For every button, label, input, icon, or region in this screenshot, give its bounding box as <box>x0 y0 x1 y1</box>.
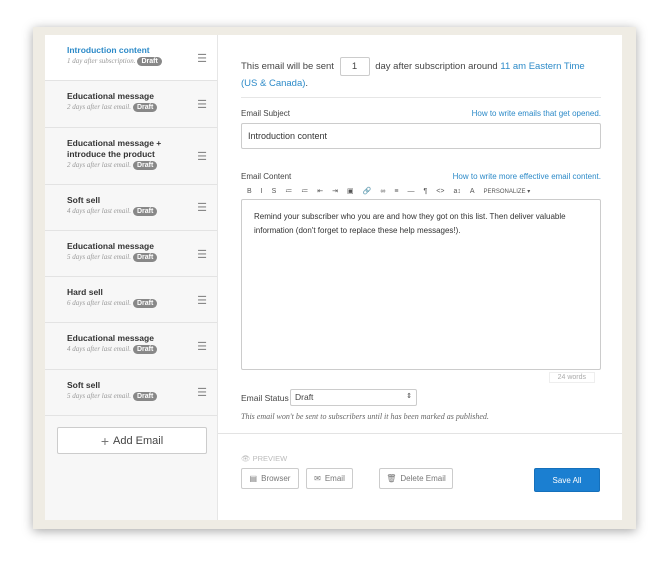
sequence-item[interactable]: Soft sell 5 days after last email. Draft ☰ <box>45 369 217 417</box>
plus-icon: + <box>100 432 110 449</box>
subject-input[interactable]: Introduction content <box>241 123 601 149</box>
sequence-item[interactable]: Educational message 5 days after last ema… <box>45 230 217 278</box>
status-badge: Draft <box>132 391 158 401</box>
toolbar-button-icon[interactable]: A <box>470 188 475 195</box>
trash-icon: 🗑 <box>386 474 397 483</box>
drag-handle-icon[interactable]: ☰ <box>197 52 207 65</box>
preview-browser-button[interactable]: ▤ Browser <box>241 468 299 489</box>
toolbar-button-icon[interactable]: I <box>261 188 263 195</box>
sequence-item[interactable]: Educational message + introduce the prod… <box>45 127 217 185</box>
status-note: This email won't be sent to subscribers … <box>241 412 489 421</box>
drag-handle-icon[interactable]: ☰ <box>197 201 207 214</box>
status-select[interactable]: Draft ⇕ <box>290 389 417 406</box>
toolbar-button-icon[interactable]: ▣ <box>347 188 354 195</box>
toolbar-button-icon[interactable]: <> <box>436 188 444 195</box>
toolbar-button-icon[interactable]: ∞ <box>380 188 385 195</box>
schedule-sentence: This email will be sent 1 day after subs… <box>241 57 601 92</box>
sequence-item[interactable]: Introduction content 1 day after subscrip… <box>45 35 217 82</box>
drag-handle-icon[interactable]: ☰ <box>197 98 207 111</box>
toolbar-button-icon[interactable]: 🔗 <box>363 188 372 195</box>
content-help-link[interactable]: How to write more effective email conten… <box>453 172 601 181</box>
editor-panel: Introduction content 1 day after subscrip… <box>45 35 622 520</box>
toolbar-button-icon[interactable]: a↕ <box>453 188 460 195</box>
browser-icon: ▤ <box>249 474 258 483</box>
delete-email-button[interactable]: 🗑 Delete Email <box>379 468 453 489</box>
preview-email-button[interactable]: ✉ Email <box>306 468 353 489</box>
status-badge: Draft <box>132 252 158 262</box>
status-badge: Draft <box>132 299 158 309</box>
status-badge: Draft <box>132 206 158 216</box>
status-badge: Draft <box>132 345 158 355</box>
status-label: Email Status <box>241 393 289 403</box>
sequence-item[interactable]: Educational message 4 days after last ema… <box>45 323 217 370</box>
add-email-button[interactable]: + Add Email <box>57 427 207 454</box>
content-label: Email Content <box>241 172 292 181</box>
status-badge: Draft <box>132 103 158 113</box>
drag-handle-icon[interactable]: ☰ <box>197 294 207 307</box>
drag-handle-icon[interactable]: ☰ <box>197 386 207 399</box>
toolbar-button-icon[interactable]: ⇤ <box>317 188 323 195</box>
subject-help-link[interactable]: How to write emails that get opened. <box>472 109 601 118</box>
window-frame: Introduction content 1 day after subscrip… <box>33 27 636 529</box>
preview-label: 👁 PREVIEW <box>241 454 288 463</box>
toolbar-button-icon[interactable]: ¶ <box>423 188 427 195</box>
toolbar-button-icon[interactable]: B <box>247 188 252 195</box>
days-input[interactable]: 1 <box>339 57 370 76</box>
save-all-button[interactable]: Save All <box>534 468 600 492</box>
email-sequence-sidebar: Introduction content 1 day after subscrip… <box>45 35 218 520</box>
drag-handle-icon[interactable]: ☰ <box>197 340 207 353</box>
personalize-dropdown[interactable]: PERSONALIZE ▾ <box>484 189 531 195</box>
editor-toolbar: B I S ≔ ≔ ⇤ ⇥ ▣ 🔗 ∞ ≡ — ¶ <> a↕ A PERSONALIZE ▾ <box>247 185 539 195</box>
sequence-item[interactable]: Soft sell 4 days after last email. Draft ☰ <box>45 184 217 231</box>
select-arrows-icon: ⇕ <box>406 393 412 400</box>
drag-handle-icon[interactable]: ☰ <box>197 248 207 261</box>
toolbar-button-icon[interactable]: — <box>407 188 414 195</box>
sequence-item[interactable]: Educational message 2 days after last ema… <box>45 81 217 128</box>
status-badge: Draft <box>132 160 158 170</box>
divider <box>218 433 622 434</box>
eye-icon: 👁 <box>241 454 251 463</box>
sequence-item[interactable]: Hard sell 6 days after last email. Draft ☰ <box>45 277 217 324</box>
toolbar-button-icon[interactable]: ⇥ <box>332 188 338 195</box>
drag-handle-icon[interactable]: ☰ <box>197 150 207 163</box>
divider <box>241 97 601 98</box>
content-editor[interactable]: Remind your subscriber who you are and h… <box>241 199 601 370</box>
toolbar-button-icon[interactable]: ≔ <box>285 188 292 195</box>
word-count: 24 words <box>548 372 595 383</box>
subject-label: Email Subject <box>241 109 290 118</box>
status-badge: Draft <box>137 57 162 66</box>
toolbar-button-icon[interactable]: ≔ <box>301 188 308 195</box>
envelope-icon: ✉ <box>314 474 321 483</box>
toolbar-button-icon[interactable]: S <box>272 188 277 195</box>
toolbar-button-icon[interactable]: ≡ <box>394 188 398 195</box>
